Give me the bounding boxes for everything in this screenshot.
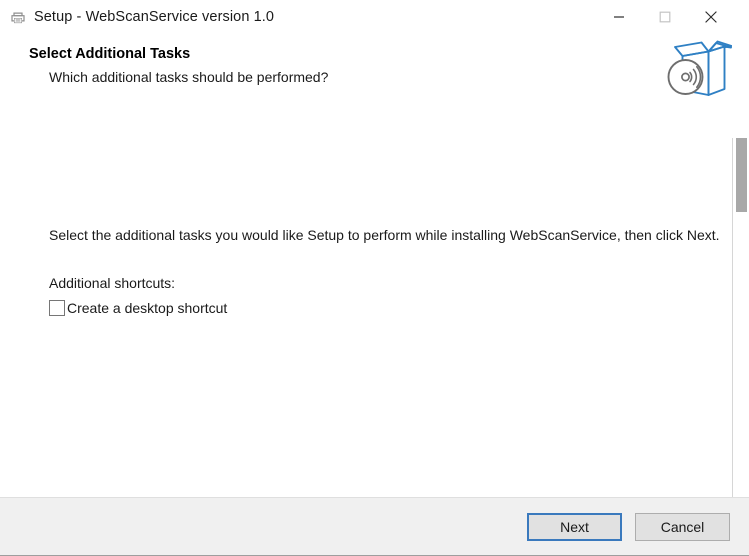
cancel-button[interactable]: Cancel: [635, 513, 730, 541]
titlebar: Setup - WebScanService version 1.0: [0, 0, 749, 33]
create-desktop-shortcut-checkbox[interactable]: [49, 300, 65, 316]
window-title: Setup - WebScanService version 1.0: [34, 8, 275, 25]
create-desktop-shortcut-label: Create a desktop shortcut: [67, 300, 228, 316]
additional-shortcuts-label: Additional shortcuts:: [49, 275, 176, 291]
maximize-button[interactable]: [642, 0, 688, 33]
setup-wizard-window: Setup - WebScanService version 1.0 Selec…: [0, 0, 749, 556]
minimize-icon: [613, 11, 625, 23]
printer-icon: [9, 8, 27, 26]
wizard-body: Select the additional tasks you would li…: [0, 105, 749, 556]
instruction-text: Select the additional tasks you would li…: [49, 227, 720, 243]
wizard-header: Select Additional Tasks Which additional…: [0, 33, 749, 105]
close-icon: [704, 10, 718, 24]
close-button[interactable]: [688, 0, 734, 33]
vertical-scrollbar[interactable]: [732, 138, 749, 556]
minimize-button[interactable]: [596, 0, 642, 33]
wizard-footer: Next Cancel: [0, 497, 749, 556]
task-row[interactable]: Create a desktop shortcut: [49, 300, 227, 316]
scrollbar-thumb[interactable]: [736, 138, 747, 212]
maximize-icon: [659, 11, 671, 23]
window-controls: [596, 0, 734, 33]
open-box-with-disc-icon: [662, 34, 732, 104]
page-subtitle: Which additional tasks should be perform…: [49, 69, 329, 85]
page-title: Select Additional Tasks: [29, 46, 191, 62]
next-button[interactable]: Next: [527, 513, 622, 541]
